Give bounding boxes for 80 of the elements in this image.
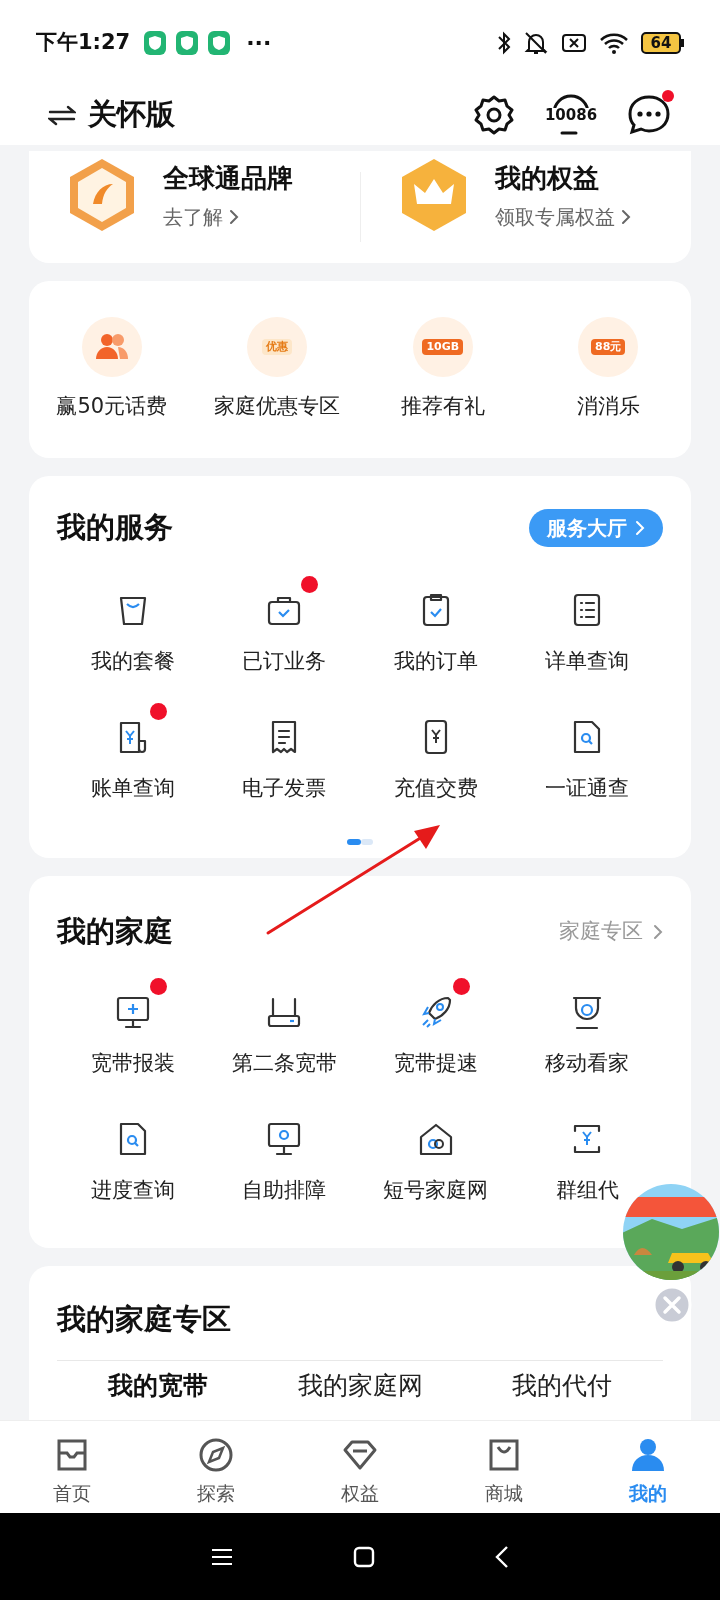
entry-title: 全球通品牌 [163, 161, 293, 195]
promo-item[interactable]: 赢50元话费 [29, 316, 195, 423]
care-mode-label[interactable]: 关怀版 [88, 93, 175, 137]
icon-label: 88元 [591, 338, 626, 355]
chevron-right-icon [229, 208, 239, 225]
chevron-right-icon [635, 519, 645, 536]
promo-label: 推荐有礼 [400, 392, 485, 420]
home-icon[interactable] [353, 1545, 375, 1568]
nav-tab[interactable]: 权益 [288, 1421, 432, 1513]
service-label: 短号家庭网 [383, 1177, 489, 1204]
service-item[interactable]: 充值交费 [360, 701, 512, 805]
service-label: 进度查询 [90, 1177, 175, 1204]
service-item[interactable]: 详单查询 [511, 573, 663, 677]
switch-arrows-icon[interactable] [48, 104, 76, 126]
section-title: 我的家庭 [57, 913, 173, 950]
shield-icon [208, 30, 231, 55]
nav-tab[interactable]: 首页 [0, 1421, 144, 1513]
more-indicator: ··· [246, 29, 272, 57]
entry-link[interactable]: 去了解 [163, 201, 293, 232]
menu-icon[interactable] [211, 1547, 233, 1566]
battery-indicator: 64 [641, 31, 684, 54]
service-item[interactable]: 进度查询 [57, 1103, 209, 1207]
service-label: 宽带提速 [393, 1049, 478, 1077]
service-item[interactable]: 已订业务 [208, 573, 360, 677]
service-item[interactable]: 移动看家 [511, 975, 663, 1079]
shield-icon [176, 30, 199, 55]
service-label: 已订业务 [242, 647, 327, 675]
service-label: 移动看家 [545, 1049, 630, 1077]
status-time: 下午1:27 [36, 28, 131, 56]
section-title: 我的服务 [57, 509, 173, 546]
promo-label: 家庭优惠专区 [214, 392, 341, 420]
service-label: 自助排障 [242, 1177, 327, 1204]
chevron-right-icon [653, 923, 663, 940]
service-item[interactable]: 短号家庭网 [360, 1103, 512, 1207]
service-label: 宽带报装 [90, 1049, 175, 1077]
service-item[interactable]: 自助排障 [208, 1103, 360, 1207]
service-item[interactable]: 电子发票 [208, 701, 360, 805]
promo-item[interactable]: 88元 消消乐 [525, 316, 691, 423]
service-item[interactable]: 第二条宽带 [208, 975, 360, 1079]
service-item[interactable]: 群组代 [511, 1103, 663, 1207]
service-label: 群组代 [555, 1177, 619, 1204]
nav-tab[interactable]: 探索 [144, 1421, 288, 1513]
icon-label: 优惠 [262, 338, 293, 355]
service-label: 我的套餐 [90, 647, 175, 675]
promo-label: 赢50元话费 [56, 392, 168, 420]
chevron-right-icon [620, 208, 631, 225]
section-title: 我的家庭专区 [57, 1302, 231, 1336]
nav-tab[interactable]: 商城 [432, 1421, 576, 1513]
service-label: 电子发票 [242, 775, 327, 802]
settings-icon[interactable] [472, 93, 516, 137]
entry-link[interactable]: 领取专属权益 [494, 201, 631, 232]
service-item[interactable]: 我的订单 [360, 573, 512, 677]
promo-label: 消消乐 [576, 392, 640, 420]
zone-tab[interactable]: 我的家庭网 [297, 1370, 423, 1401]
entry-title: 我的权益 [494, 161, 600, 195]
hotline-button[interactable]: 10086 [546, 93, 596, 137]
chat-icon[interactable] [626, 93, 672, 137]
zone-tab[interactable]: 我的宽带 [108, 1370, 208, 1401]
service-label: 一证通查 [545, 775, 630, 802]
service-label: 账单查询 [90, 775, 175, 802]
promo-item[interactable]: 10GB 推荐有礼 [360, 316, 526, 423]
icon-label: 10GB [422, 338, 464, 355]
zone-tab[interactable]: 我的代付 [512, 1370, 612, 1401]
brand-entry[interactable]: 我的权益 领取专属权益 [360, 156, 691, 234]
brand-entry[interactable]: 全球通品牌 去了解 [29, 156, 360, 234]
service-label: 第二条宽带 [231, 1049, 337, 1077]
no-sim-icon [561, 31, 587, 54]
service-label: 充值交费 [393, 775, 478, 802]
shield-icon [144, 30, 167, 55]
muted-bell-icon [523, 29, 549, 56]
service-item[interactable]: 宽带提速 [360, 975, 512, 1079]
service-item[interactable]: 一证通查 [511, 701, 663, 805]
service-item[interactable]: 账单查询 [57, 701, 209, 805]
back-icon[interactable] [495, 1544, 509, 1569]
bluetooth-icon [497, 29, 511, 56]
service-label: 我的订单 [393, 647, 478, 675]
promo-item[interactable]: 优惠 家庭优惠专区 [194, 316, 360, 423]
service-item[interactable]: 宽带报装 [57, 975, 209, 1079]
service-label: 详单查询 [545, 647, 630, 675]
service-item[interactable]: 我的套餐 [57, 573, 209, 677]
